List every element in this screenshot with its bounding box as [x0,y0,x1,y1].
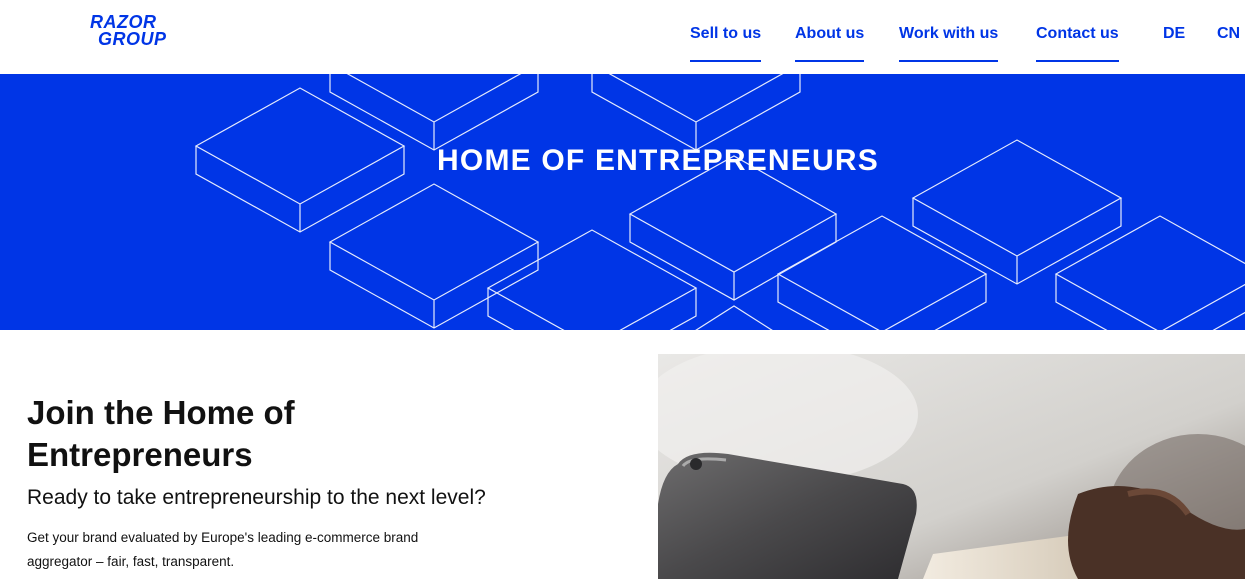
logo-line-2: GROUP [98,29,167,49]
hero-banner: HOME OF ENTREPRENEURS [0,74,1245,330]
intro-text: Get your brand evaluated by Europe's lea… [27,530,419,569]
page-title: Join the Home of Entrepreneurs [27,394,295,473]
nav-sell-to-us[interactable]: Sell to us [690,24,762,62]
hero-photo-phone-and-card [658,354,1245,579]
nav-lang-de[interactable]: DE [1163,24,1185,60]
razor-group-logo[interactable]: RAZOR GROUP [90,13,190,54]
nav-about-us[interactable]: About us [795,24,865,62]
nav-work-with-us[interactable]: Work with us [899,24,999,62]
isometric-boxes-pattern [194,74,1245,330]
nav-lang-cn[interactable]: CN [1217,24,1240,60]
page-subtitle: Ready to take entrepreneurship to the ne… [27,486,486,509]
nav-contact-us[interactable]: Contact us [1036,24,1119,62]
site-header: RAZOR GROUP Sell to us About us Work wit… [0,0,1245,74]
hero-title: HOME OF ENTREPRENEURS [437,144,879,177]
